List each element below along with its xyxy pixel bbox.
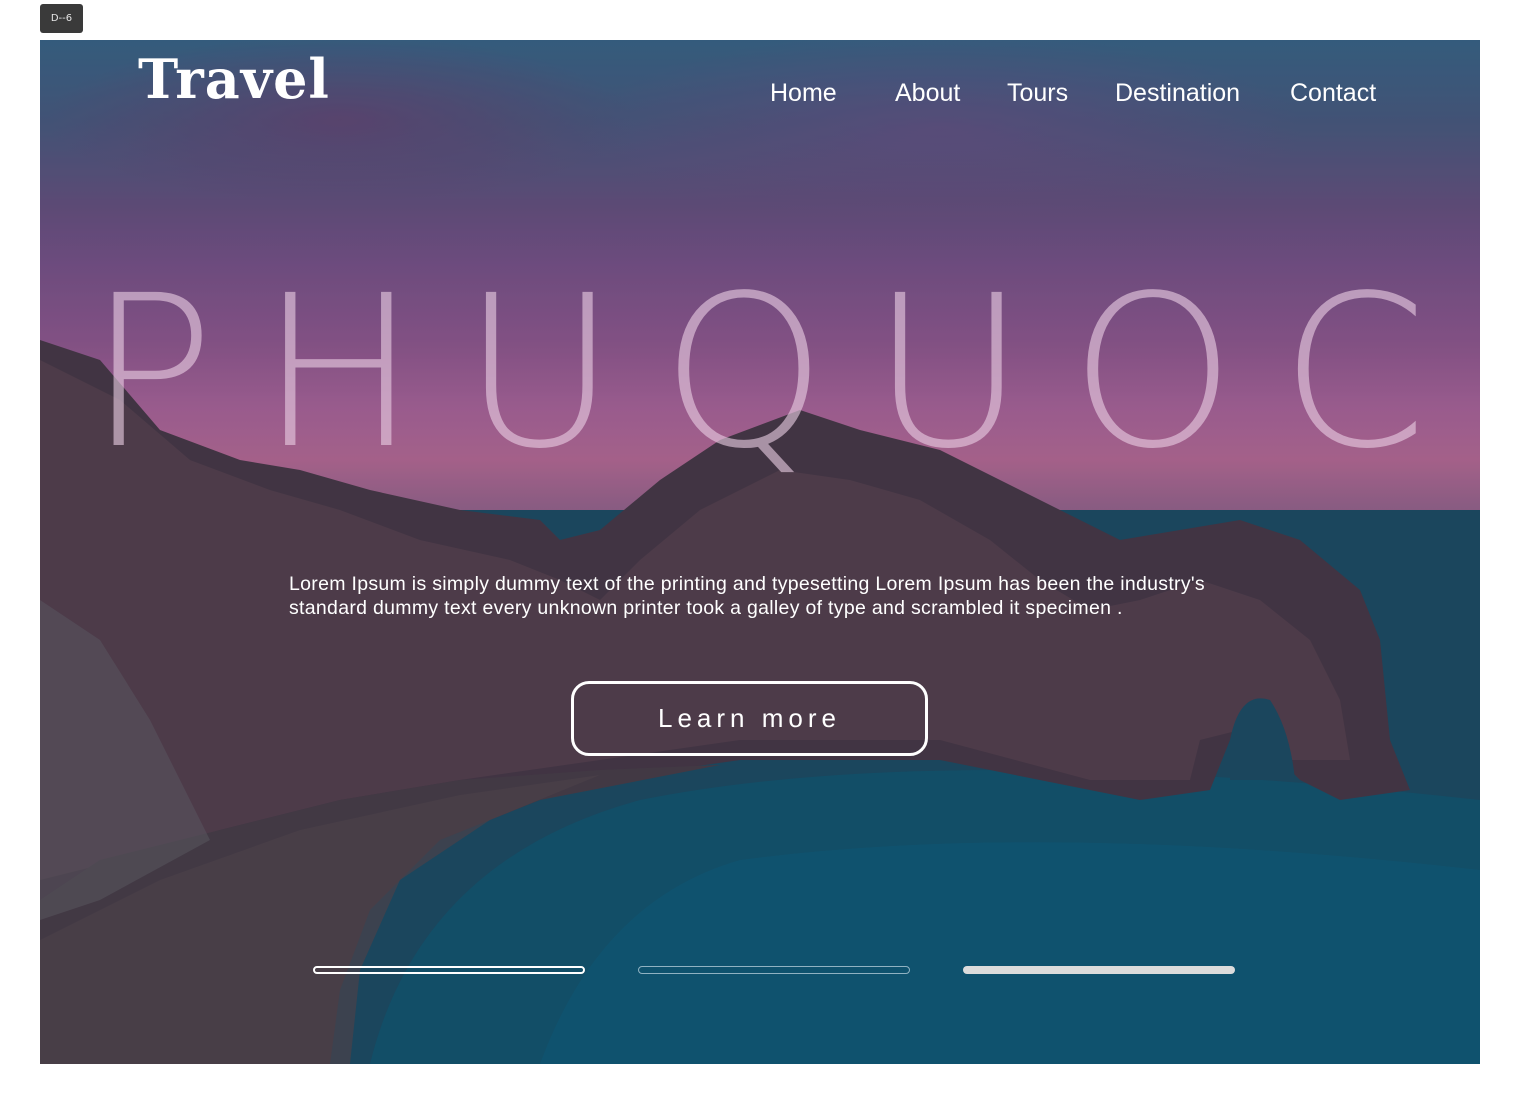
hero-description-line-1: Lorem Ipsum is simply dummy text of the … (289, 573, 1205, 595)
coastline-background-image (40, 40, 1480, 1064)
main-nav: Home About Tours Destination Contact (40, 76, 1480, 110)
hero-section: Travel Home About Tours Destination Cont… (40, 40, 1480, 1064)
nav-about[interactable]: About (895, 76, 960, 110)
nav-contact[interactable]: Contact (1290, 76, 1376, 110)
nav-home[interactable]: Home (770, 76, 837, 110)
overlay (40, 40, 1480, 1064)
frame-label: D--6 (40, 4, 83, 33)
nav-destination[interactable]: Destination (1115, 76, 1240, 110)
nav-tours[interactable]: Tours (1007, 76, 1068, 110)
slider-indicator-2[interactable] (638, 966, 910, 974)
slider-indicator-3-active[interactable] (963, 966, 1235, 974)
hero-description-line-2: standard dummy text every unknown printe… (289, 597, 1123, 619)
hero-description: Lorem Ipsum is simply dummy text of the … (289, 572, 1289, 620)
learn-more-button[interactable]: Learn more (571, 681, 928, 756)
slider-indicator-1[interactable] (313, 966, 585, 974)
hero-headline: PHUQUOC (87, 250, 1473, 495)
